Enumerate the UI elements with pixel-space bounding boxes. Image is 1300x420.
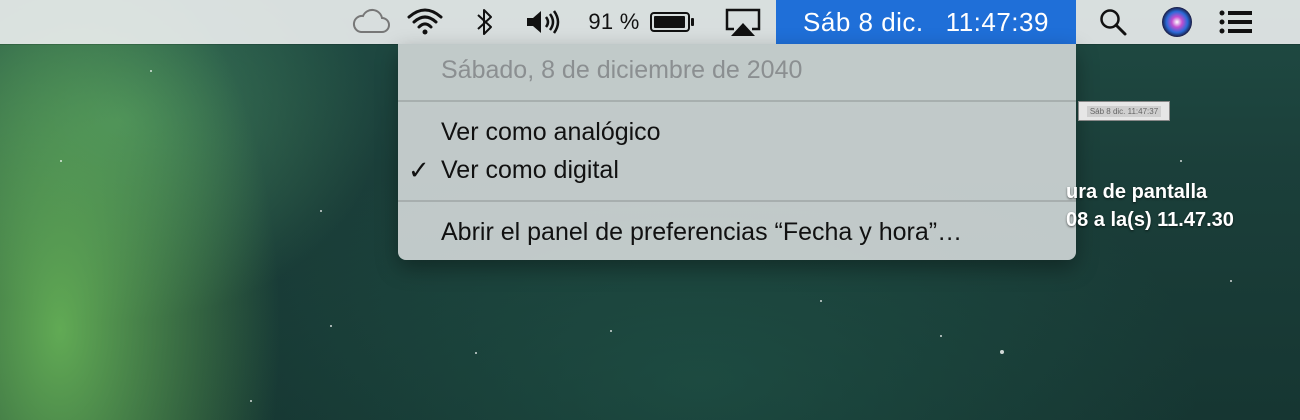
menu-item-label: Abrir el panel de preferencias “Fecha y … [441, 218, 963, 246]
wifi-icon[interactable] [404, 0, 446, 44]
desktop-file-label-line2: 08 a la(s) 11.47.30 [1066, 209, 1234, 231]
screenshot-thumbnail[interactable]: Sáb 8 dic. 11:47:37 [1078, 101, 1170, 121]
menu-separator [398, 100, 1076, 102]
airplay-icon[interactable] [722, 0, 764, 44]
spotlight-search-icon[interactable] [1093, 0, 1133, 44]
star [1000, 350, 1004, 354]
menu-separator [398, 200, 1076, 202]
clock-dropdown-menu: Sábado, 8 de diciembre de 2040 Ver como … [398, 44, 1076, 260]
star [610, 330, 612, 332]
menu-header-date-label: Sábado, 8 de diciembre de 2040 [441, 56, 803, 84]
menu-item-label: Ver como digital [441, 156, 619, 184]
menu-item-view-digital[interactable]: ✓ Ver como digital [398, 151, 1076, 189]
clock-time: 11:47:39 [945, 6, 1049, 37]
star [820, 300, 822, 302]
checkmark-icon: ✓ [408, 155, 430, 185]
screenshot-thumbnail-text: Sáb 8 dic. 11:47:37 [1086, 105, 1162, 117]
star [475, 352, 477, 354]
star [320, 210, 322, 212]
menu-header-date: Sábado, 8 de diciembre de 2040 [398, 51, 1076, 89]
star [330, 325, 332, 327]
desktop-file-label[interactable]: ura de pantalla 08 a la(s) 11.47.30 [1066, 178, 1234, 234]
battery-icon[interactable] [648, 0, 698, 44]
desktop-file-label-line1: ura de pantalla [1066, 181, 1208, 203]
volume-icon[interactable] [522, 0, 564, 44]
battery-percentage[interactable]: 91 % [584, 0, 644, 44]
star [940, 335, 942, 337]
star [60, 160, 62, 162]
bluetooth-icon[interactable] [470, 0, 500, 44]
menu-item-open-date-time-preferences[interactable]: Abrir el panel de preferencias “Fecha y … [398, 213, 1076, 251]
star [250, 400, 252, 402]
clock-menu-extra[interactable]: Sáb 8 dic. 11:47:39 [776, 0, 1076, 44]
icloud-icon[interactable] [350, 0, 392, 44]
menu-item-label: Ver como analógico [441, 118, 661, 146]
star [150, 70, 152, 72]
star [1230, 280, 1232, 282]
star [1180, 160, 1182, 162]
notification-center-icon[interactable] [1215, 0, 1257, 44]
clock-date: Sáb 8 dic. [803, 6, 924, 37]
siri-icon[interactable] [1157, 0, 1197, 44]
menu-bar: 91 % Sáb 8 dic. 11:47:39 [0, 0, 1300, 44]
menu-item-view-analog[interactable]: Ver como analógico [398, 113, 1076, 151]
